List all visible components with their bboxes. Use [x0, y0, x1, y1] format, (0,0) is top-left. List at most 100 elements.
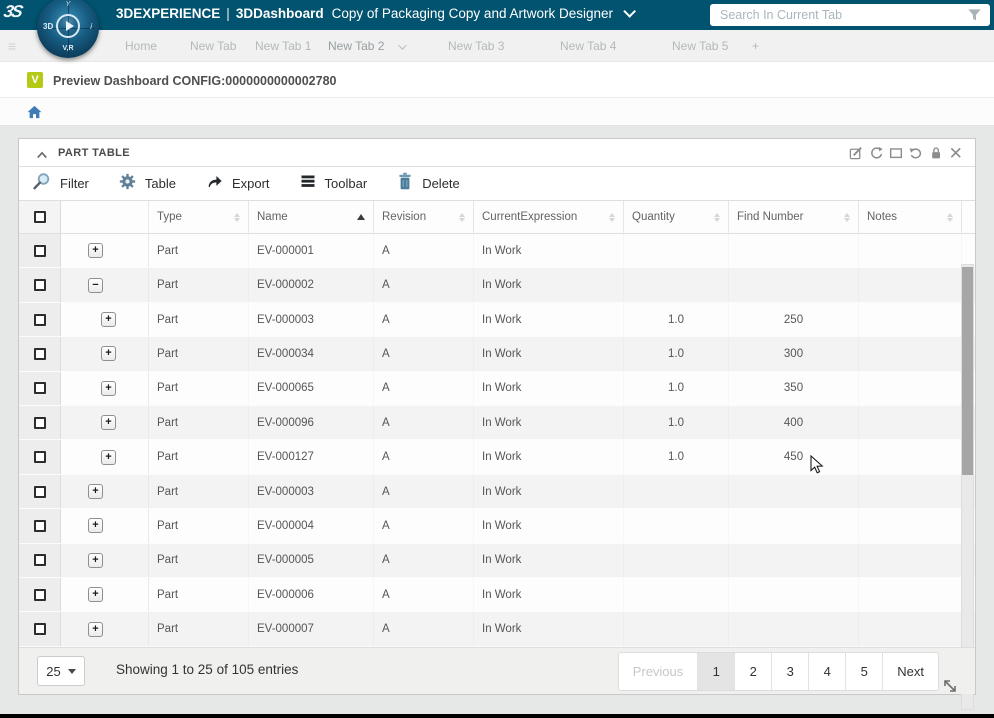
- column-header-find_number[interactable]: Find Number: [729, 201, 859, 233]
- row-checkbox[interactable]: [33, 313, 46, 326]
- sort-icon[interactable]: [459, 212, 465, 222]
- page-button-1[interactable]: 1: [698, 653, 736, 690]
- row-checkbox[interactable]: [33, 623, 46, 636]
- gear-icon: [119, 173, 136, 195]
- sort-icon[interactable]: [234, 212, 240, 222]
- refresh-icon[interactable]: [869, 146, 883, 160]
- select-all-checkbox[interactable]: [33, 211, 46, 223]
- table-row[interactable]: + Part EV-000006 A In Work: [19, 578, 975, 613]
- expand-toggle[interactable]: +: [88, 552, 103, 568]
- page-button-3[interactable]: 3: [772, 653, 810, 690]
- table-row[interactable]: + Part EV-000003 A In Work: [19, 474, 975, 510]
- column-header-quantity[interactable]: Quantity: [624, 201, 729, 233]
- row-checkbox[interactable]: [33, 382, 46, 395]
- collapse-chevron-up-icon[interactable]: [36, 147, 48, 165]
- vertical-scrollbar[interactable]: [961, 264, 974, 710]
- previous-page-button[interactable]: Previous: [618, 653, 699, 690]
- resize-handle-icon[interactable]: [942, 678, 958, 699]
- search-input[interactable]: [720, 4, 950, 26]
- edit-icon[interactable]: [849, 146, 863, 160]
- maximize-icon[interactable]: [889, 146, 903, 160]
- dashboard-title[interactable]: Copy of Packaging Copy and Artwork Desig…: [332, 6, 613, 21]
- row-checkbox[interactable]: [33, 451, 46, 464]
- table-row[interactable]: + Part EV-000127 A In Work 1.0 450: [19, 440, 975, 475]
- tab-new-tab-2[interactable]: New Tab 2: [328, 39, 408, 53]
- table-row[interactable]: + Part EV-000034 A In Work 1.0 300: [19, 337, 975, 372]
- sort-icon[interactable]: [714, 212, 720, 222]
- delete-button[interactable]: Delete: [397, 172, 460, 195]
- page-button-5[interactable]: 5: [846, 653, 884, 690]
- expand-toggle[interactable]: +: [101, 380, 116, 396]
- column-header-current_expression[interactable]: CurrentExpression: [474, 201, 624, 233]
- expand-toggle[interactable]: +: [101, 346, 116, 362]
- expand-toggle[interactable]: +: [101, 415, 116, 431]
- tab-new-tab[interactable]: New Tab: [190, 39, 236, 53]
- hamburger-menu-icon[interactable]: ≡: [8, 38, 16, 54]
- page-button-4[interactable]: 4: [809, 653, 847, 690]
- expand-toggle[interactable]: +: [101, 449, 116, 465]
- toolbar-button[interactable]: Toolbar: [300, 174, 367, 193]
- expand-toggle[interactable]: +: [88, 587, 103, 603]
- table-row[interactable]: + Part EV-000004 A In Work: [19, 509, 975, 544]
- cell-find_number: [729, 475, 859, 508]
- export-button[interactable]: Export: [206, 173, 270, 194]
- tab-new-tab-5[interactable]: New Tab 5: [672, 39, 728, 53]
- undo-icon[interactable]: [909, 146, 923, 160]
- column-header-type[interactable]: Type: [149, 201, 249, 233]
- sort-icon[interactable]: [844, 212, 850, 222]
- tab-new-tab-1[interactable]: New Tab 1: [255, 39, 311, 53]
- next-page-button[interactable]: Next: [883, 653, 938, 690]
- scrollbar-thumb[interactable]: [962, 267, 973, 475]
- row-checkbox[interactable]: [33, 485, 46, 498]
- row-checkbox[interactable]: [33, 347, 46, 360]
- table-row[interactable]: + Part EV-000001 A In Work: [19, 234, 975, 269]
- filter-button[interactable]: Filter: [33, 172, 89, 195]
- cell-find_number: [729, 234, 859, 267]
- collapse-toggle[interactable]: −: [88, 277, 103, 293]
- expand-toggle[interactable]: +: [88, 621, 103, 637]
- filter-funnel-icon[interactable]: [967, 8, 982, 28]
- table-row[interactable]: + Part EV-000065 A In Work 1.0 350: [19, 371, 975, 407]
- table-settings-button[interactable]: Table: [119, 173, 176, 195]
- lock-icon[interactable]: [929, 146, 943, 160]
- row-checkbox[interactable]: [33, 244, 46, 257]
- table-row[interactable]: − Part EV-000002 A In Work: [19, 268, 975, 303]
- column-header-revision[interactable]: Revision: [374, 201, 474, 233]
- compass-play-button[interactable]: [56, 14, 80, 38]
- table-row[interactable]: + Part EV-000007 A In Work: [19, 612, 975, 647]
- magnifier-icon: [33, 172, 51, 195]
- cell-type: Part: [149, 303, 249, 336]
- sort-icon[interactable]: [947, 212, 953, 222]
- column-header-name[interactable]: Name: [249, 201, 374, 233]
- column-label: Revision: [382, 211, 427, 223]
- chevron-down-icon[interactable]: [623, 5, 636, 18]
- row-checkbox[interactable]: [33, 416, 46, 429]
- row-checkbox[interactable]: [33, 554, 46, 567]
- cell-notes: [859, 234, 962, 267]
- home-icon[interactable]: [27, 105, 42, 124]
- tab-chevron-down-icon[interactable]: [398, 41, 408, 50]
- close-icon[interactable]: [949, 146, 963, 160]
- table-row[interactable]: + Part EV-000096 A In Work 1.0 400: [19, 406, 975, 441]
- expand-toggle[interactable]: +: [101, 312, 116, 328]
- tab-new-tab-4[interactable]: New Tab 4: [560, 39, 616, 53]
- row-checkbox[interactable]: [33, 588, 46, 601]
- table-row[interactable]: + Part EV-000003 A In Work 1.0 250: [19, 302, 975, 338]
- expand-toggle[interactable]: +: [88, 518, 103, 534]
- page-button-2[interactable]: 2: [735, 653, 773, 690]
- page-size-select[interactable]: 25: [37, 656, 85, 686]
- tab-new-tab-3[interactable]: New Tab 3: [448, 39, 504, 53]
- widget-title: PART TABLE: [58, 147, 131, 159]
- expand-toggle[interactable]: +: [88, 243, 103, 259]
- sort-icon[interactable]: [609, 212, 615, 222]
- table-row[interactable]: + Part EV-000005 A In Work: [19, 543, 975, 579]
- tab-+[interactable]: +: [752, 39, 759, 53]
- column-header-notes[interactable]: Notes: [859, 201, 962, 233]
- cell-name: EV-000003: [249, 475, 374, 508]
- sort-ascending-icon[interactable]: [357, 214, 365, 220]
- cell-revision: A: [374, 475, 474, 508]
- row-checkbox[interactable]: [33, 279, 46, 292]
- expand-toggle[interactable]: +: [88, 484, 103, 500]
- tab-home[interactable]: Home: [125, 39, 157, 53]
- row-checkbox[interactable]: [33, 519, 46, 532]
